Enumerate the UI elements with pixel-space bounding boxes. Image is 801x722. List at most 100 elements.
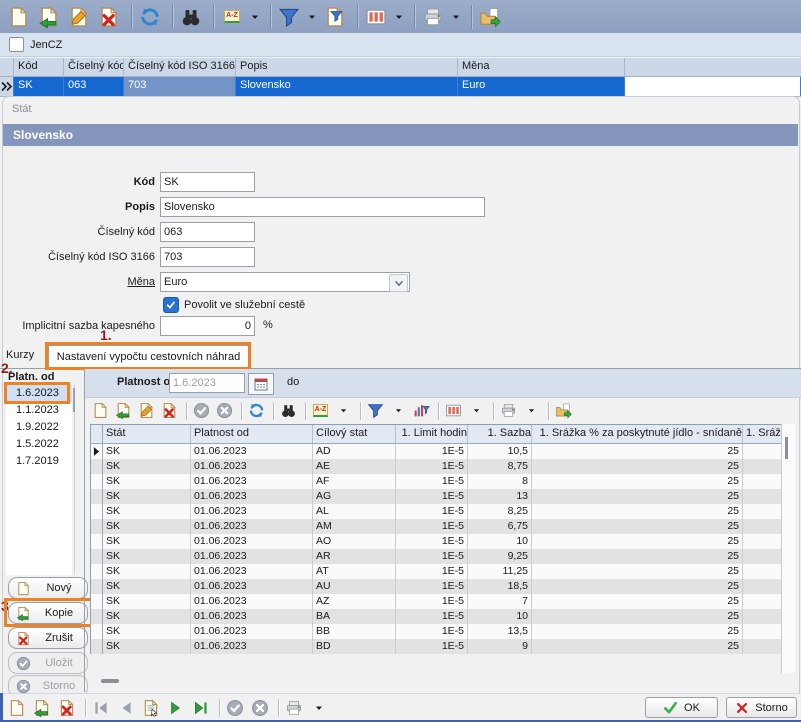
- platnost-od-field[interactable]: 1.6.2023: [169, 373, 245, 393]
- iso-field[interactable]: 703: [160, 247, 255, 267]
- new-record-button[interactable]: [6, 4, 32, 30]
- date-item-selected[interactable]: 1.6.2023: [6, 385, 72, 402]
- mena-label-link[interactable]: Měna: [5, 272, 155, 292]
- column-header-ciselny-kod[interactable]: Číselný kód: [64, 58, 124, 76]
- jencz-checkbox[interactable]: [9, 37, 24, 52]
- dates-scrollbar-handle[interactable]: [73, 388, 75, 412]
- sort-az-dropdown[interactable]: [249, 4, 261, 30]
- rates-filter-chart-button[interactable]: [411, 400, 432, 421]
- povolit-checkbox[interactable]: [163, 297, 179, 313]
- rates-grid-row[interactable]: SK01.06.2023AM1E-56,7525: [91, 519, 782, 534]
- filter-dropdown[interactable]: [306, 4, 318, 30]
- rates-sort-az-dropdown[interactable]: [333, 400, 354, 421]
- rates-apply-button[interactable]: [191, 400, 212, 421]
- find-button[interactable]: [178, 4, 204, 30]
- ok-button[interactable]: OK: [645, 697, 718, 718]
- rates-grid-row[interactable]: SK01.06.2023AL1E-58,2525: [91, 504, 782, 519]
- sazba-field[interactable]: 0: [160, 316, 255, 336]
- rates-copy-button[interactable]: [113, 400, 134, 421]
- copy-record-button[interactable]: [36, 4, 62, 30]
- rates-print-button[interactable]: [498, 400, 519, 421]
- rates-export-button[interactable]: [553, 400, 574, 421]
- record-view-button[interactable]: [140, 697, 162, 719]
- rates-grid-row[interactable]: SK01.06.2023BB1E-513,525: [91, 624, 782, 639]
- rates-grid-row[interactable]: SK01.06.2023AO1E-51025: [91, 534, 782, 549]
- calendar-button[interactable]: [248, 373, 274, 395]
- ciselny-kod-field[interactable]: 063: [160, 222, 255, 242]
- column-header-limit-hodin[interactable]: 1. Limit hodin: [396, 425, 468, 443]
- rates-columns-button[interactable]: [443, 400, 464, 421]
- rates-columns-dropdown[interactable]: [466, 400, 487, 421]
- rates-grid-row[interactable]: SK01.06.2023AT1E-511,2525: [91, 564, 782, 579]
- bottom-delete-button[interactable]: [56, 697, 78, 719]
- column-header-stat[interactable]: Stát: [103, 425, 191, 443]
- rates-grid-row[interactable]: SK01.06.2023AD1E-510,525: [91, 444, 782, 459]
- bottom-new-button[interactable]: [6, 697, 28, 719]
- rates-refresh-button[interactable]: [246, 400, 267, 421]
- print-button[interactable]: [420, 4, 446, 30]
- date-item[interactable]: 1.5.2022: [6, 436, 72, 453]
- kod-field[interactable]: SK: [160, 172, 255, 192]
- bottom-print-button[interactable]: [283, 697, 305, 719]
- prev-record-button[interactable]: [115, 697, 137, 719]
- date-item[interactable]: 1.1.2023: [6, 402, 72, 419]
- columns-button[interactable]: [363, 4, 389, 30]
- column-header-cilovy-stat[interactable]: Cílový stat: [313, 425, 396, 443]
- kopie-button[interactable]: Kopie: [8, 602, 88, 624]
- column-header-srazka-snidane[interactable]: 1. Srážka % za poskytnuté jídlo - snídan…: [532, 425, 743, 443]
- rates-grid-row[interactable]: SK01.06.2023BD1E-5925: [91, 639, 782, 654]
- platn-od-header[interactable]: Platn. od: [8, 371, 54, 385]
- columns-dropdown[interactable]: [393, 4, 405, 30]
- mena-combo[interactable]: Euro: [160, 272, 410, 292]
- storno-button[interactable]: Storno: [726, 697, 797, 718]
- rates-grid-row[interactable]: SK01.06.2023AG1E-51325: [91, 489, 782, 504]
- rates-find-button[interactable]: [278, 400, 299, 421]
- date-item[interactable]: 1.9.2022: [6, 419, 72, 436]
- print-dropdown[interactable]: [450, 4, 462, 30]
- sort-az-button[interactable]: A-Z: [219, 4, 245, 30]
- rates-new-button[interactable]: [90, 400, 111, 421]
- rates-grid-row[interactable]: SK01.06.2023AE1E-58,7525: [91, 459, 782, 474]
- bottom-copy-button[interactable]: [31, 697, 53, 719]
- rates-delete-button[interactable]: [159, 400, 180, 421]
- mena-dropdown-button[interactable]: [389, 274, 408, 292]
- ulozit-button[interactable]: Uložit: [8, 652, 88, 674]
- rates-filter-dropdown[interactable]: [388, 400, 409, 421]
- date-item[interactable]: 1.7.2019: [6, 453, 72, 470]
- column-header-sazba[interactable]: 1. Sazba: [468, 425, 532, 443]
- rates-grid-row[interactable]: SK01.06.2023AU1E-518,525: [91, 579, 782, 594]
- states-grid-selected-row[interactable]: SK 063 703 Slovensko Euro: [0, 77, 801, 97]
- bottom-cancel-button[interactable]: [249, 697, 271, 719]
- filter-edit-button[interactable]: [322, 4, 348, 30]
- rates-grid-row[interactable]: SK01.06.2023AR1E-59,2525: [91, 549, 782, 564]
- last-record-button[interactable]: [190, 697, 212, 719]
- rates-sort-az-button[interactable]: A-Z: [310, 400, 331, 421]
- next-record-button[interactable]: [165, 697, 187, 719]
- edit-record-button[interactable]: [66, 4, 92, 30]
- column-header-mena[interactable]: Měna: [458, 58, 625, 76]
- filter-button[interactable]: [276, 4, 302, 30]
- novy-button[interactable]: Nový: [8, 577, 88, 599]
- tab-kurzy[interactable]: Kurzy: [6, 349, 34, 361]
- column-header-popis[interactable]: Popis: [236, 58, 458, 76]
- delete-record-button[interactable]: [96, 4, 122, 30]
- rates-grid-row[interactable]: SK01.06.2023AF1E-5825: [91, 474, 782, 489]
- rates-edit-button[interactable]: [136, 400, 157, 421]
- bottom-print-dropdown[interactable]: [308, 697, 330, 719]
- column-header-iso[interactable]: Číselný kód ISO 3166: [124, 58, 236, 76]
- column-header-srazka-pos[interactable]: 1. Srážka % za pos: [743, 425, 782, 443]
- rates-cancel-button[interactable]: [214, 400, 235, 421]
- tab-nastaveni-nahrad[interactable]: Nastavení vypočtu cestovních náhrad: [48, 345, 249, 369]
- export-button[interactable]: [477, 4, 503, 30]
- column-header-kod[interactable]: Kód: [14, 58, 64, 76]
- rates-grid-row[interactable]: SK01.06.2023AZ1E-5725: [91, 594, 782, 609]
- bottom-apply-button[interactable]: [224, 697, 246, 719]
- refresh-button[interactable]: [137, 4, 163, 30]
- rates-vertical-scrollbar[interactable]: [785, 437, 788, 459]
- rates-horizontal-scrollbar[interactable]: [101, 679, 119, 683]
- popis-field[interactable]: Slovensko: [160, 197, 485, 217]
- rates-print-dropdown[interactable]: [521, 400, 542, 421]
- rates-filter-button[interactable]: [365, 400, 386, 421]
- zrusit-button[interactable]: Zrušit: [8, 627, 88, 649]
- column-header-platnost-od[interactable]: Platnost od: [191, 425, 313, 443]
